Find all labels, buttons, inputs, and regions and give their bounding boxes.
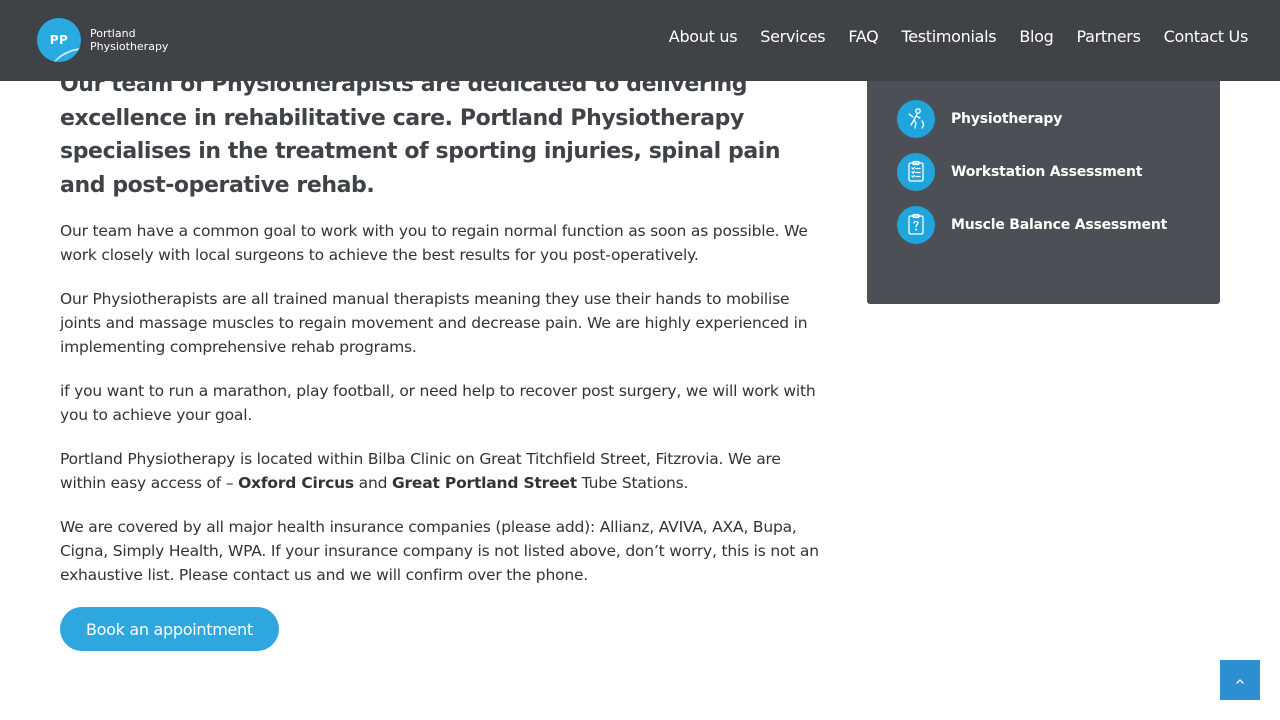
nav-blog[interactable]: Blog	[1019, 27, 1053, 46]
page: Our team of Physiotherapists are dedicat…	[0, 0, 1280, 720]
location-and: and	[353, 474, 392, 492]
location-after: Tube Stations.	[576, 474, 689, 492]
logo-line-1: Portland	[90, 27, 136, 40]
nav-contact-us[interactable]: Contact Us	[1164, 27, 1249, 46]
book-appointment-button[interactable]: Book an appointment	[60, 607, 279, 651]
sidebar-item-muscle-balance-assessment[interactable]: Muscle Balance Assessment	[897, 206, 1167, 244]
nav-testimonials[interactable]: Testimonials	[901, 27, 996, 46]
site-logo[interactable]: PP Portland Physiotherapy	[37, 18, 168, 62]
nav-services[interactable]: Services	[760, 27, 825, 46]
therapists-paragraph: Our Physiotherapists are all trained man…	[60, 290, 808, 356]
goals-paragraph: if you want to run a marathon, play foot…	[60, 382, 816, 424]
nav-partners[interactable]: Partners	[1077, 27, 1141, 46]
sidebar-item-workstation-assessment[interactable]: Workstation Assessment	[897, 153, 1142, 191]
services-sidebar: Physiotherapy Workstation Assessment Mus…	[867, 60, 1220, 304]
sidebar-item-label: Workstation Assessment	[951, 164, 1143, 180]
sidebar-item-physiotherapy[interactable]: Physiotherapy	[897, 100, 1062, 138]
logo-text: Portland Physiotherapy	[90, 27, 168, 53]
station-great-portland-street: Great Portland Street	[391, 474, 577, 492]
location-paragraph: Portland Physiotherapy is located within…	[60, 447, 820, 495]
clipboard-list-icon	[897, 153, 935, 191]
nav-faq[interactable]: FAQ	[848, 27, 878, 46]
scroll-to-top-button[interactable]	[1220, 660, 1260, 700]
main-nav: About us Services FAQ Testimonials Blog …	[646, 27, 1249, 46]
insurance-paragraph: We are covered by all major health insur…	[60, 518, 819, 584]
logo-line-2: Physiotherapy	[90, 40, 169, 53]
intro-paragraph: Our team have a common goal to work with…	[60, 222, 808, 264]
nav-about-us[interactable]: About us	[669, 27, 738, 46]
sidebar-item-label: Muscle Balance Assessment	[951, 217, 1168, 233]
station-oxford-circus: Oxford Circus	[238, 474, 354, 492]
lead-heading: Our team of Physiotherapists are dedicat…	[60, 72, 781, 198]
clipboard-question-icon	[897, 206, 935, 244]
chevron-up-icon	[1234, 673, 1246, 688]
site-header: PP Portland Physiotherapy About us Servi…	[0, 0, 1280, 81]
logo-mark: PP	[37, 18, 81, 62]
main-content: Our team of Physiotherapists are dedicat…	[60, 68, 820, 651]
physiotherapy-icon	[897, 100, 935, 138]
sidebar-item-label: Physiotherapy	[951, 111, 1063, 127]
